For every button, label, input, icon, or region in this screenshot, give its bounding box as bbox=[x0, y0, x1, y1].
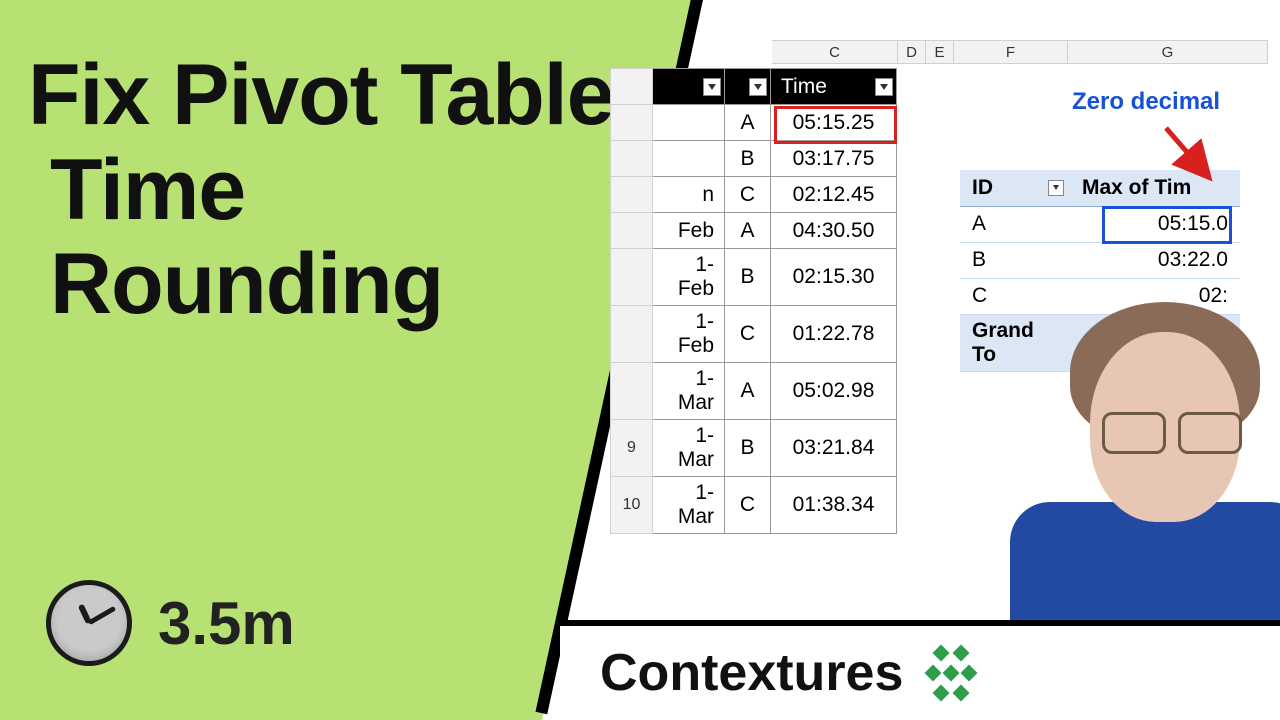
cell-month[interactable]: 1-Feb bbox=[653, 306, 725, 363]
row-num bbox=[611, 306, 653, 363]
dropdown-icon[interactable] bbox=[749, 78, 767, 96]
cell-id[interactable]: C bbox=[725, 306, 771, 363]
cell-month[interactable]: 1-Mar bbox=[653, 420, 725, 477]
pivot-header-row: ID Max of Tim bbox=[960, 170, 1240, 206]
duration-block: 3.5m bbox=[46, 580, 295, 666]
cell-id[interactable]: C bbox=[725, 477, 771, 534]
brand-bar: Contextures bbox=[560, 620, 1280, 720]
brand-logo-icon bbox=[923, 643, 983, 703]
pivot-table: ID Max of Tim A05:15.0 B03:22.0 C02: Gra… bbox=[960, 170, 1240, 372]
table-header-row: Time bbox=[611, 69, 897, 105]
col-header-f[interactable]: F bbox=[954, 40, 1068, 64]
pivot-th-id[interactable]: ID bbox=[960, 170, 1070, 206]
pivot-cell-val[interactable]: 03:22.0 bbox=[1070, 242, 1240, 278]
cell-time[interactable]: 04:30.50 bbox=[771, 213, 897, 249]
row-num: 10 bbox=[611, 477, 653, 534]
cell-time[interactable]: 01:38.34 bbox=[771, 477, 897, 534]
cell-id[interactable]: A bbox=[725, 105, 771, 141]
table-row[interactable]: FebA04:30.50 bbox=[611, 213, 897, 249]
col-header-g[interactable]: G bbox=[1068, 40, 1268, 64]
cell-month[interactable] bbox=[653, 105, 725, 141]
cell-id[interactable]: C bbox=[725, 177, 771, 213]
pivot-row[interactable]: B03:22.0 bbox=[960, 242, 1240, 278]
table-row[interactable]: B03:17.75 bbox=[611, 141, 897, 177]
cell-month[interactable]: 1-Mar bbox=[653, 477, 725, 534]
zero-decimal-annotation: Zero decimal bbox=[1072, 88, 1220, 116]
cell-month[interactable]: Feb bbox=[653, 213, 725, 249]
cell-time[interactable]: 01:22.78 bbox=[771, 306, 897, 363]
brand-name: Contextures bbox=[600, 643, 903, 703]
pivot-cell-id[interactable]: A bbox=[960, 206, 1070, 242]
row-num bbox=[611, 249, 653, 306]
table-row[interactable]: A05:15.25 bbox=[611, 105, 897, 141]
row-num bbox=[611, 177, 653, 213]
pivot-grand-label: Grand To bbox=[960, 314, 1070, 371]
cell-id[interactable]: B bbox=[725, 420, 771, 477]
col-header-d[interactable]: D bbox=[898, 40, 926, 64]
cell-id[interactable]: B bbox=[725, 141, 771, 177]
cell-month[interactable]: 1-Mar bbox=[653, 363, 725, 420]
clock-icon bbox=[46, 580, 132, 666]
title-line-2: Time bbox=[28, 143, 668, 238]
title-line-3: Rounding bbox=[28, 237, 668, 332]
table-row[interactable]: nC02:12.45 bbox=[611, 177, 897, 213]
pivot-th-max[interactable]: Max of Tim bbox=[1070, 170, 1240, 206]
spreadsheet-area: C D E F G Time A05:15.25 B03:17.75 nC02:… bbox=[660, 40, 1280, 520]
th-time[interactable]: Time bbox=[771, 69, 897, 105]
cell-time[interactable]: 03:17.75 bbox=[771, 141, 897, 177]
pivot-th-id-label: ID bbox=[972, 176, 993, 199]
cell-id[interactable]: A bbox=[725, 213, 771, 249]
cell-id[interactable]: A bbox=[725, 363, 771, 420]
cell-time[interactable]: 05:02.98 bbox=[771, 363, 897, 420]
dropdown-icon[interactable] bbox=[703, 78, 721, 96]
row-num bbox=[611, 213, 653, 249]
table-row[interactable]: 1-FebB02:15.30 bbox=[611, 249, 897, 306]
table-row[interactable]: 1-MarA05:02.98 bbox=[611, 363, 897, 420]
row-num bbox=[611, 363, 653, 420]
row-num: 9 bbox=[611, 420, 653, 477]
col-header-c[interactable]: C bbox=[772, 40, 898, 64]
row-num bbox=[611, 141, 653, 177]
cell-time[interactable]: 03:21.84 bbox=[771, 420, 897, 477]
table-row[interactable]: 91-MarB03:21.84 bbox=[611, 420, 897, 477]
pivot-grand-val bbox=[1070, 314, 1240, 371]
cell-time[interactable]: 02:15.30 bbox=[771, 249, 897, 306]
cell-month[interactable]: n bbox=[653, 177, 725, 213]
col-header-e[interactable]: E bbox=[926, 40, 954, 64]
dropdown-icon[interactable] bbox=[875, 78, 893, 96]
row-gutter bbox=[611, 69, 653, 105]
th-id[interactable] bbox=[653, 69, 725, 105]
duration-text: 3.5m bbox=[158, 589, 295, 658]
cell-time[interactable]: 05:15.25 bbox=[771, 105, 897, 141]
pivot-row[interactable]: C02: bbox=[960, 278, 1240, 314]
title-line-1: Fix Pivot Table bbox=[28, 48, 668, 143]
thumbnail-stage: Fix Pivot Table Time Rounding 3.5m C D E… bbox=[0, 0, 1280, 720]
pivot-cell-val[interactable]: 02: bbox=[1070, 278, 1240, 314]
source-data-table: Time A05:15.25 B03:17.75 nC02:12.45 FebA… bbox=[610, 68, 897, 534]
cell-id[interactable]: B bbox=[725, 249, 771, 306]
cell-month[interactable] bbox=[653, 141, 725, 177]
title-block: Fix Pivot Table Time Rounding bbox=[28, 48, 668, 332]
pivot-cell-id[interactable]: C bbox=[960, 278, 1070, 314]
cell-time[interactable]: 02:12.45 bbox=[771, 177, 897, 213]
pivot-grand-total-row[interactable]: Grand To bbox=[960, 314, 1240, 371]
table-row[interactable]: 101-MarC01:38.34 bbox=[611, 477, 897, 534]
pivot-cell-val[interactable]: 05:15.0 bbox=[1070, 206, 1240, 242]
pivot-cell-id[interactable]: B bbox=[960, 242, 1070, 278]
column-headers: C D E F G bbox=[772, 40, 1268, 64]
dropdown-icon[interactable] bbox=[1048, 180, 1064, 196]
pivot-row[interactable]: A05:15.0 bbox=[960, 206, 1240, 242]
th-blank[interactable] bbox=[725, 69, 771, 105]
table-row[interactable]: 1-FebC01:22.78 bbox=[611, 306, 897, 363]
th-time-label: Time bbox=[781, 75, 827, 98]
cell-month[interactable]: 1-Feb bbox=[653, 249, 725, 306]
row-num bbox=[611, 105, 653, 141]
